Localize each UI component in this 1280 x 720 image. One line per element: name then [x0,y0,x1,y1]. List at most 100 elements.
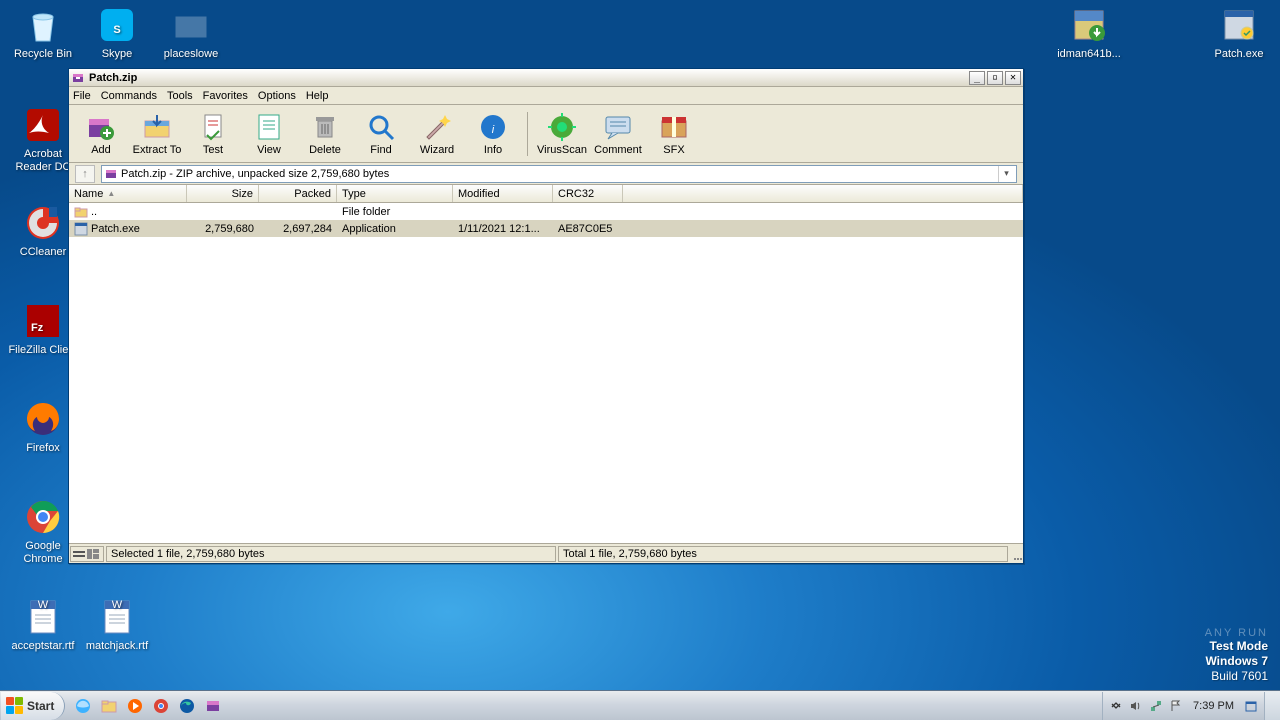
desktop-icon-skype[interactable]: SSkype [82,4,152,61]
menu-tools[interactable]: Tools [167,90,193,102]
col-name[interactable]: Name [69,185,187,202]
file-row[interactable]: Patch.exe2,759,6802,697,284Application1/… [69,220,1023,237]
quick-ie-icon[interactable] [73,696,93,716]
extract-icon [141,111,173,143]
desktop-icon-recycle[interactable]: Recycle Bin [8,4,78,61]
archive-icon [104,167,118,181]
test-icon [197,111,229,143]
col-modified[interactable]: Modified [453,185,553,202]
col-crc32[interactable]: CRC32 [553,185,623,202]
list-header: NameSizePackedTypeModifiedCRC32 [69,185,1023,203]
resize-grip[interactable] [1009,546,1023,562]
desktop-icon-exe[interactable]: Patch.exe [1204,4,1274,61]
col-type[interactable]: Type [337,185,453,202]
skype-icon: S [96,4,138,46]
toolbar-virus-button[interactable]: VirusScan [536,107,588,161]
delete-icon [309,111,341,143]
quick-launch [65,696,231,716]
windows-logo-icon [5,697,23,715]
window-title: Patch.zip [89,72,967,84]
add-icon [85,111,117,143]
firefox-icon [22,398,64,440]
watermark: ANY RUN Test Mode Windows 7 Build 7601 [1205,627,1268,684]
toolbar-separator [527,112,528,156]
menu-commands[interactable]: Commands [101,90,157,102]
svg-text:S: S [113,24,120,36]
network-icon[interactable] [1149,699,1163,713]
col-size[interactable]: Size [187,185,259,202]
quick-explorer-icon[interactable] [99,696,119,716]
menu-file[interactable]: File [73,90,91,102]
action-flag-icon[interactable] [1169,699,1183,713]
anyrun-logo: ANY RUN [1205,627,1268,639]
file-list[interactable]: ..File folderPatch.exe2,759,6802,697,284… [69,203,1023,543]
recycle-icon [22,4,64,46]
status-selected: Selected 1 file, 2,759,680 bytes [106,546,556,562]
doc-icon: W [96,596,138,638]
toolbar-wizard-button[interactable]: Wizard [411,107,463,161]
svg-text:W: W [38,599,49,611]
chrome-icon [22,496,64,538]
wm-line1: Test Mode [1205,639,1268,654]
status-bar: Selected 1 file, 2,759,680 bytes Total 1… [69,543,1023,563]
titlebar[interactable]: Patch.zip _ ▫ ✕ [69,69,1023,87]
up-button[interactable]: ↑ [75,165,95,183]
exe-icon [1218,4,1260,46]
address-bar: ↑ Patch.zip - ZIP archive, unpacked size… [69,163,1023,185]
folder-up-icon [74,205,88,219]
view-icon [253,111,285,143]
toolbar-info-button[interactable]: iInfo [467,107,519,161]
tray-date-icon[interactable] [1244,699,1258,713]
menu-help[interactable]: Help [306,90,329,102]
close-button[interactable]: ✕ [1005,71,1021,85]
show-desktop[interactable] [1264,692,1280,720]
maximize-button[interactable]: ▫ [987,71,1003,85]
info-icon: i [477,111,509,143]
status-view-toggle[interactable] [70,546,104,562]
menu-options[interactable]: Options [258,90,296,102]
status-total: Total 1 file, 2,759,680 bytes [558,546,1008,562]
toolbar-delete-button[interactable]: Delete [299,107,351,161]
quick-edge-icon[interactable] [177,696,197,716]
tray-expand-icon[interactable] [1109,699,1123,713]
comment-icon [602,111,634,143]
desktop-icon-doc[interactable]: Wacceptstar.rtf [8,596,78,653]
toolbar-view-button[interactable]: View [243,107,295,161]
toolbar-comment-button[interactable]: Comment [592,107,644,161]
file-row[interactable]: ..File folder [69,203,1023,220]
installer-icon [1068,4,1110,46]
acrobat-icon [22,104,64,146]
filezilla-icon: Fz [22,300,64,342]
col-packed[interactable]: Packed [259,185,337,202]
quick-chrome-icon[interactable] [151,696,171,716]
ccleaner-icon [22,202,64,244]
exe-icon [74,222,88,236]
taskbar: Start 7:39 PM [0,690,1280,720]
clock[interactable]: 7:39 PM [1193,700,1234,712]
desktop-icon-doc[interactable]: Wmatchjack.rtf [82,596,152,653]
desktop: Recycle BinSSkypeplacesloweAcrobat Reade… [0,0,1280,720]
virus-icon [546,111,578,143]
svg-text:W: W [112,599,123,611]
start-button[interactable]: Start [1,692,65,720]
quick-winrar-icon[interactable] [203,696,223,716]
toolbar-sfx-button[interactable]: SFX [648,107,700,161]
speaker-icon[interactable] [1129,699,1143,713]
toolbar-find-button[interactable]: Find [355,107,407,161]
address-dropdown[interactable]: ▾ [998,166,1014,182]
toolbar-add-button[interactable]: Add [75,107,127,161]
minimize-button[interactable]: _ [969,71,985,85]
col-spacer [623,185,1023,202]
quick-wmp-icon[interactable] [125,696,145,716]
winrar-window: Patch.zip _ ▫ ✕ File Commands Tools Favorit… [68,68,1024,564]
menu-favorites[interactable]: Favorites [203,90,248,102]
desktop-icon-folder-ghost[interactable]: placeslowe [156,4,226,61]
toolbar-test-button[interactable]: Test [187,107,239,161]
address-field[interactable]: Patch.zip - ZIP archive, unpacked size 2… [101,165,1017,183]
toolbar-extract-button[interactable]: Extract To [131,107,183,161]
svg-text:Fz: Fz [31,322,44,334]
desktop-icon-installer[interactable]: idman641b... [1054,4,1124,61]
start-label: Start [27,699,54,713]
wizard-icon [421,111,453,143]
find-icon [365,111,397,143]
